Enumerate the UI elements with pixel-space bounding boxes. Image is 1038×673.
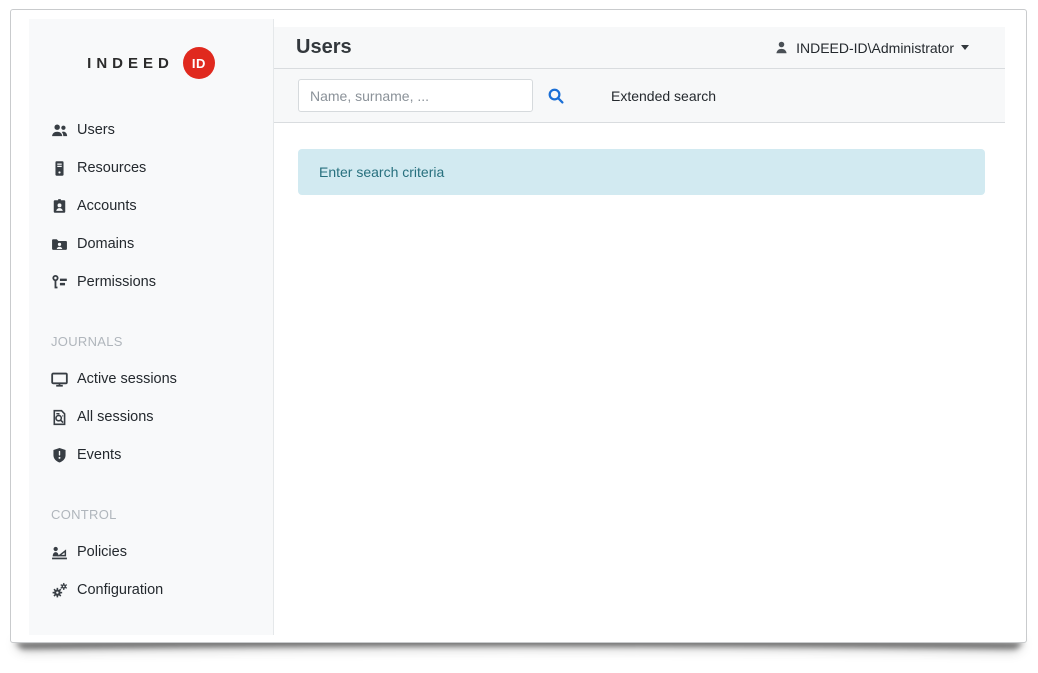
search-input[interactable] [298, 79, 533, 112]
session-log-icon [51, 409, 68, 426]
sidebar-item-policies[interactable]: Policies [29, 533, 273, 571]
sidebar-item-configuration[interactable]: Configuration [29, 571, 273, 609]
app-window: INDEED ID Users Resources Accounts Domains P… [10, 9, 1027, 643]
user-menu-label: INDEED-ID\Administrator [796, 40, 954, 56]
chevron-down-icon [961, 45, 969, 50]
users-icon [51, 122, 68, 139]
accounts-badge-icon [51, 198, 68, 215]
sidebar-item-users[interactable]: Users [29, 111, 273, 149]
page-header: Users INDEED-ID\Administrator [274, 27, 1005, 69]
sidebar-item-accounts[interactable]: Accounts [29, 187, 273, 225]
sidebar-section-heading-journals: JOURNALS [29, 322, 273, 360]
sidebar-nav: Users Resources Accounts Domains Permissions… [29, 111, 273, 609]
brand-text: INDEED [87, 55, 174, 72]
domain-folder-icon [51, 236, 68, 253]
sidebar-item-label: All sessions [77, 409, 154, 425]
alert-message: Enter search criteria [319, 164, 444, 180]
user-menu[interactable]: INDEED-ID\Administrator [774, 40, 969, 56]
permissions-key-icon [51, 274, 68, 291]
resources-icon [51, 160, 68, 177]
sidebar-item-label: Permissions [77, 274, 156, 290]
sidebar-item-permissions[interactable]: Permissions [29, 263, 273, 301]
sidebar: INDEED ID Users Resources Accounts Domains P… [29, 19, 274, 635]
sidebar-section-heading-control: CONTROL [29, 495, 273, 533]
gears-icon [51, 582, 68, 599]
info-alert: Enter search criteria [298, 149, 985, 195]
content-area: Enter search criteria [274, 149, 1005, 195]
sidebar-item-label: Events [77, 447, 121, 463]
sidebar-item-resources[interactable]: Resources [29, 149, 273, 187]
sidebar-item-active-sessions[interactable]: Active sessions [29, 360, 273, 398]
sidebar-item-label: Users [77, 122, 115, 138]
sidebar-item-events[interactable]: Events [29, 436, 273, 474]
sidebar-item-label: Policies [77, 544, 127, 560]
sidebar-item-label: Configuration [77, 582, 163, 598]
search-button[interactable] [547, 84, 571, 108]
brand-badge: ID [183, 47, 215, 79]
sidebar-item-label: Accounts [77, 198, 137, 214]
sidebar-item-label: Active sessions [77, 371, 177, 387]
sidebar-item-label: Resources [77, 160, 146, 176]
policies-chart-icon [51, 544, 68, 561]
brand-logo: INDEED ID [29, 19, 273, 79]
sidebar-item-all-sessions[interactable]: All sessions [29, 398, 273, 436]
page-title: Users [296, 36, 352, 59]
search-bar: Extended search [274, 69, 1005, 123]
person-icon [774, 40, 789, 55]
monitor-icon [51, 371, 68, 388]
search-icon [547, 87, 571, 105]
shield-exclamation-icon [51, 447, 68, 464]
sidebar-item-label: Domains [77, 236, 134, 252]
sidebar-item-domains[interactable]: Domains [29, 225, 273, 263]
screenshot-canvas: INDEED ID Users Resources Accounts Domains P… [0, 0, 1038, 673]
extended-search-link[interactable]: Extended search [611, 88, 716, 104]
main-column: Users INDEED-ID\Administrator Extended s… [274, 27, 1005, 195]
